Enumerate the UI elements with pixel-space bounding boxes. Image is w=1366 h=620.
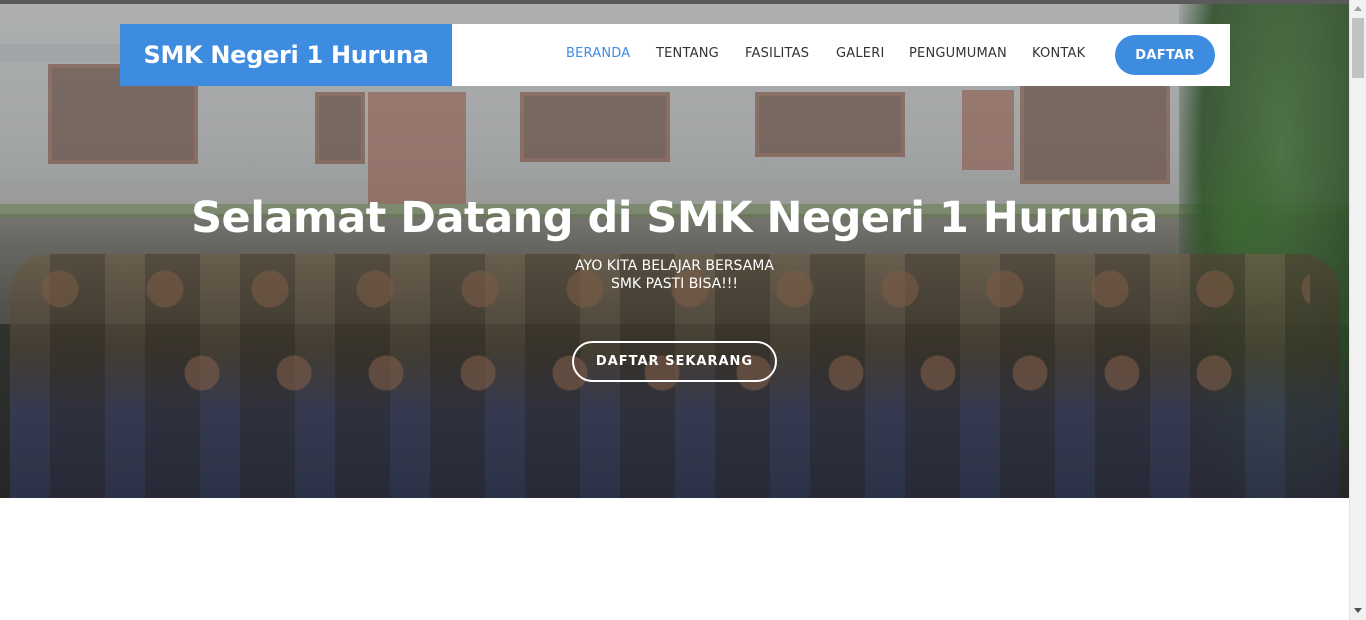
hero-subtitle-line2: SMK PASTI BISA!!! — [610, 276, 739, 292]
hero-photo-poster — [962, 90, 1014, 170]
hero-photo-window — [755, 92, 905, 157]
page-scrollbar[interactable] — [1349, 0, 1366, 620]
nav-kontak[interactable]: KONTAK — [1032, 46, 1085, 61]
daftar-sekarang-button[interactable]: DAFTAR SEKARANG — [572, 341, 777, 382]
nav-fasilitas[interactable]: FASILITAS — [745, 46, 809, 61]
hero-photo-window — [315, 92, 365, 164]
hero-subtitle-line1: AYO KITA BELAJAR BERSAMA — [575, 258, 774, 274]
hero-photo-window — [520, 92, 670, 162]
nav-beranda[interactable]: BERANDA — [566, 46, 630, 61]
main-nav: BERANDA TENTANG FASILITAS GALERI PENGUMU… — [120, 24, 1230, 86]
scroll-up-arrow-icon[interactable] — [1354, 6, 1362, 11]
nav-tentang[interactable]: TENTANG — [656, 46, 719, 61]
nav-pengumuman[interactable]: PENGUMUMAN — [909, 46, 1007, 61]
site-navbar: SMK Negeri 1 Huruna BERANDA TENTANG FASI… — [120, 24, 1230, 86]
hero-subtitle: AYO KITA BELAJAR BERSAMA SMK PASTI BISA!… — [0, 257, 1349, 293]
scroll-thumb[interactable] — [1352, 18, 1364, 78]
scroll-down-arrow-icon[interactable] — [1354, 608, 1362, 613]
hero-photo-door — [368, 92, 466, 204]
nav-galeri[interactable]: GALERI — [836, 46, 885, 61]
daftar-button[interactable]: DAFTAR — [1115, 35, 1215, 75]
hero-title: Selamat Datang di SMK Negeri 1 Huruna — [191, 193, 1158, 243]
